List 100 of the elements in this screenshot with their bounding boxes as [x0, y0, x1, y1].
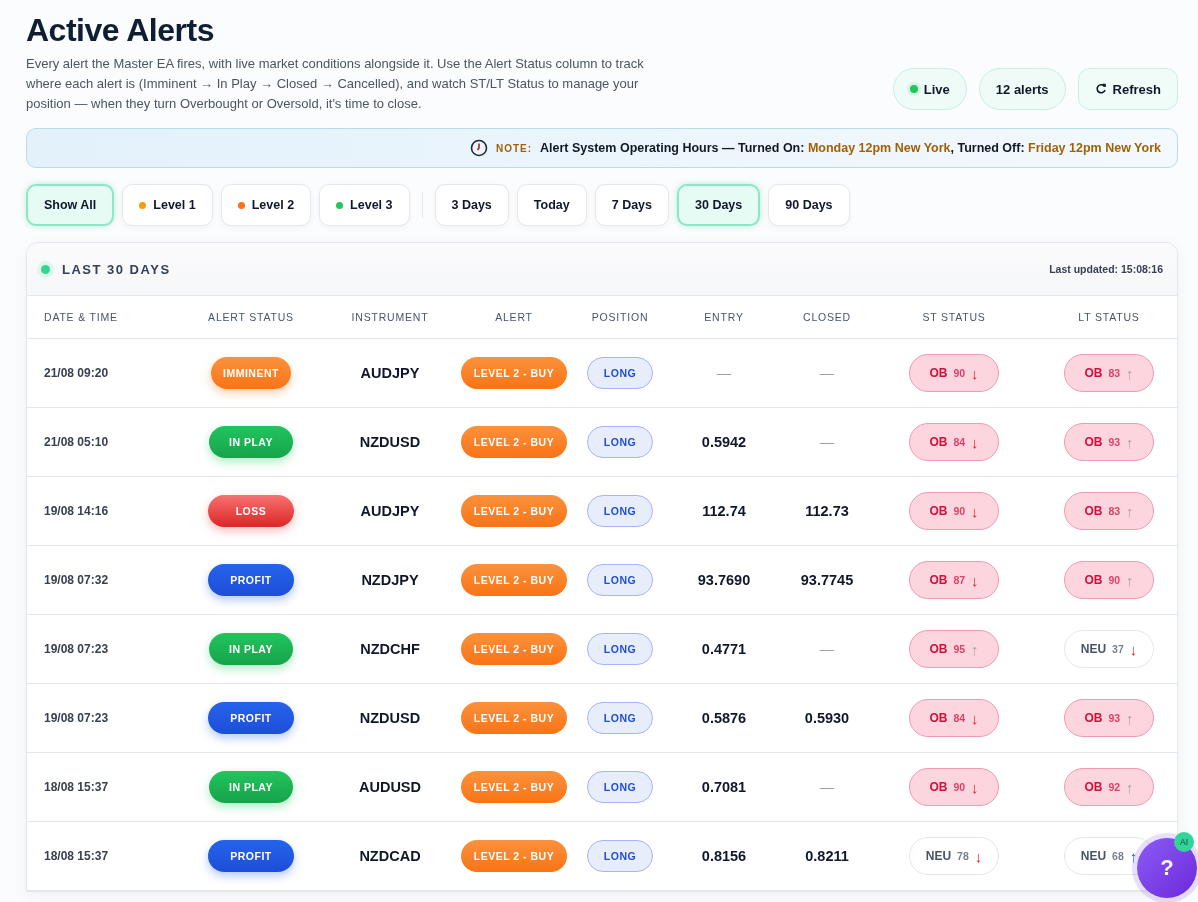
instrument-cell: NZDCHF	[360, 641, 420, 657]
lt-status-pill: OB 83 ↑	[1064, 492, 1154, 530]
ai-badge: AI	[1174, 832, 1194, 852]
column-header: INSTRUMENT	[351, 311, 429, 323]
column-header: POSITION	[591, 311, 649, 323]
time-filter-tab[interactable]: 7 Days	[594, 184, 669, 226]
alert-level-badge: LEVEL 2 - BUY	[460, 495, 568, 527]
instrument-cell: NZDUSD	[359, 710, 421, 726]
st-status-pill: OB 90 ↓	[909, 768, 999, 806]
live-button[interactable]: Live	[892, 68, 967, 110]
closed-cell: —	[819, 365, 835, 381]
alert-level-badge: LEVEL 2 - BUY	[460, 633, 568, 665]
column-header: ALERT	[495, 311, 533, 323]
st-status-pill: NEU 78 ↓	[909, 837, 999, 875]
st-status-pill: OB 84 ↓	[909, 423, 999, 461]
entry-cell: 0.8156	[701, 848, 747, 864]
last-updated-text: Last updated: 15:08:16	[1049, 263, 1163, 275]
st-status-pill: OB 90 ↓	[909, 492, 999, 530]
lt-status-pill: OB 93 ↑	[1064, 699, 1154, 737]
closed-cell: —	[819, 779, 835, 795]
alert-status-badge: LOSS	[207, 495, 295, 527]
page-description: Every alert the Master EA fires, with live market conditions alongside it. Use the Alert Status column to track where each alert is (Imminent → In Play → Closed → Cancelled), and watch ST/LT Status to manage your position — when they turn Overbought or Oversold, it's time to close.	[26, 55, 645, 113]
column-header: ST STATUS	[922, 311, 986, 323]
column-header: LT STATUS	[1078, 311, 1140, 323]
entry-cell: —	[716, 365, 732, 381]
instrument-cell: NZDUSD	[359, 434, 421, 450]
level-filter-tab[interactable]: Level 3	[319, 184, 410, 226]
alert-level-badge: LEVEL 2 - BUY	[460, 564, 568, 596]
instrument-cell: NZDJPY	[361, 572, 419, 588]
entry-cell: 0.5876	[701, 710, 747, 726]
time-filter-tab[interactable]: 90 Days	[768, 184, 850, 226]
st-status-pill: OB 87 ↓	[909, 561, 999, 599]
instrument-cell: NZDCAD	[359, 848, 421, 864]
status-dot-icon	[41, 264, 50, 274]
alert-status-badge: PROFIT	[208, 702, 294, 734]
level-filter-tab[interactable]: Level 1	[122, 184, 213, 226]
column-header: ALERT STATUS	[208, 311, 294, 323]
alert-status-badge: IMMINENT	[211, 357, 291, 389]
level-filter-tab[interactable]: Level 2	[220, 184, 312, 226]
date-cell-text: 18/08 15:37	[43, 780, 109, 794]
position-badge: LONG	[586, 633, 654, 665]
column-header: ENTRY	[704, 311, 744, 323]
alert-level-badge: LEVEL 2 - BUY	[460, 426, 568, 458]
alert-status-badge: IN PLAY	[209, 771, 293, 803]
position-badge: LONG	[586, 357, 654, 389]
alert-level-badge: LEVEL 2 - BUY	[460, 840, 568, 872]
column-header: CLOSED	[803, 311, 851, 323]
instrument-cell: AUDJPY	[360, 503, 420, 519]
date-cell-text: 19/08 07:23	[43, 642, 109, 656]
page-title: Active Alerts	[26, 11, 215, 50]
date-cell-text: 19/08 14:16	[43, 504, 109, 518]
time-filter-tab[interactable]: 30 Days	[677, 184, 761, 226]
lt-status-pill: OB 90 ↑	[1064, 561, 1154, 599]
position-badge: LONG	[586, 495, 654, 527]
date-cell-text: 21/08 09:20	[43, 366, 109, 380]
closed-cell: —	[819, 434, 835, 450]
date-cell-text: 19/08 07:32	[43, 573, 109, 587]
table-title: LAST 30 DAYS	[62, 261, 171, 277]
instrument-cell: AUDUSD	[359, 779, 421, 795]
closed-cell: 0.8211	[805, 848, 849, 864]
st-status-pill: OB 90 ↓	[909, 354, 999, 392]
live-dot-icon	[909, 85, 918, 93]
closed-cell: 93.7745	[800, 572, 854, 588]
entry-cell: 0.7081	[701, 779, 747, 795]
date-cell-text: 21/08 05:10	[43, 435, 109, 449]
alert-status-badge: IN PLAY	[209, 426, 293, 458]
note-label: NOTE:	[495, 142, 532, 154]
alert-level-badge: LEVEL 2 - BUY	[460, 771, 568, 803]
time-filter-tab[interactable]: Today	[516, 184, 587, 226]
level-filter-tab[interactable]: Show All	[26, 184, 115, 226]
position-badge: LONG	[586, 426, 654, 458]
closed-cell: —	[819, 641, 835, 657]
refresh-button[interactable]: Refresh	[1077, 68, 1178, 110]
st-status-pill: OB 95 ↑	[909, 630, 999, 668]
alert-level-badge: LEVEL 2 - BUY	[460, 702, 568, 734]
entry-cell: 0.4771	[701, 641, 747, 657]
time-filter-tab[interactable]: 3 Days	[434, 184, 509, 226]
entry-cell: 112.74	[702, 503, 746, 519]
position-badge: LONG	[586, 564, 654, 596]
lt-status-pill: OB 92 ↑	[1064, 768, 1154, 806]
alert-status-badge: PROFIT	[208, 564, 294, 596]
date-cell-text: 19/08 07:23	[43, 711, 109, 725]
st-status-pill: OB 84 ↓	[909, 699, 999, 737]
position-badge: LONG	[586, 840, 654, 872]
refresh-icon	[1094, 83, 1107, 95]
note-text: Alert System Operating Hours — Turned On: Monday 12pm New York, Turned Off: Friday 12pm New York	[540, 141, 1161, 155]
position-badge: LONG	[586, 702, 654, 734]
alert-level-badge: LEVEL 2 - BUY	[460, 357, 568, 389]
lt-status-pill: NEU 37 ↓	[1064, 630, 1154, 668]
closed-cell: 112.73	[805, 503, 849, 519]
entry-cell: 0.5942	[701, 434, 747, 450]
position-badge: LONG	[586, 771, 654, 803]
alert-status-badge: IN PLAY	[209, 633, 293, 665]
date-cell-text: 18/08 15:37	[43, 849, 109, 863]
entry-cell: 93.7690	[697, 572, 751, 588]
clock-icon	[469, 139, 488, 157]
alert-count-button[interactable]: 12 alerts	[978, 68, 1066, 110]
column-header: DATE & TIME	[43, 311, 118, 323]
lt-status-pill: OB 83 ↑	[1064, 354, 1154, 392]
instrument-cell: AUDJPY	[360, 365, 420, 381]
